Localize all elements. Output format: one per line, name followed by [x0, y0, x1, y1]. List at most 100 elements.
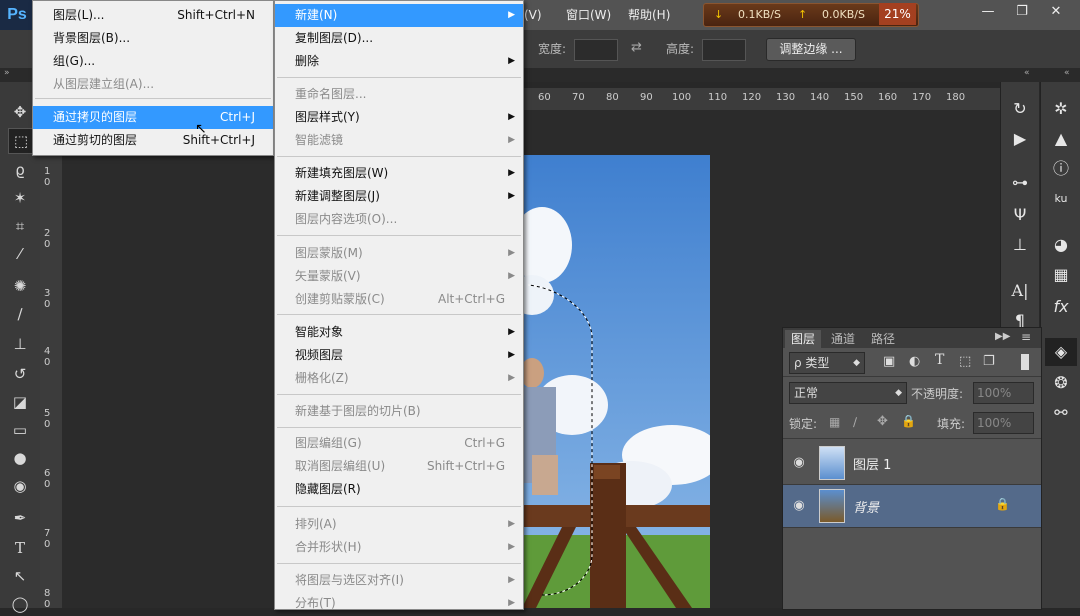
document-photo[interactable]: [522, 155, 710, 608]
menu-item-layer-style[interactable]: 图层样式(Y) ▶: [275, 106, 523, 129]
blur-tool-icon[interactable]: ●: [8, 446, 32, 470]
actions-icon[interactable]: ▶: [1007, 126, 1033, 152]
ellipse-tool-icon[interactable]: ◯: [8, 592, 32, 616]
history-icon[interactable]: ↻: [1007, 96, 1033, 122]
lock-position-icon[interactable]: ✥: [877, 414, 888, 429]
type-tool-icon[interactable]: T: [8, 536, 32, 560]
filter-type-icon[interactable]: T: [935, 352, 944, 368]
layer-filter-select[interactable]: ρ 类型 ◆: [789, 352, 865, 374]
clone-source-icon[interactable]: ⊥: [1007, 232, 1033, 258]
menu-item-arrange[interactable]: 排列(A) ▶: [275, 513, 523, 536]
tab-channels[interactable]: 通道: [825, 330, 861, 348]
magic-wand-tool-icon[interactable]: ✶: [8, 186, 32, 210]
gradient-tool-icon[interactable]: ▭: [8, 418, 32, 442]
dodge-tool-icon[interactable]: ◉: [8, 474, 32, 498]
lock-all-icon[interactable]: 🔒: [901, 414, 916, 428]
filter-shape-icon[interactable]: ⬚: [959, 354, 971, 369]
blend-mode-select[interactable]: 正常 ◆: [789, 382, 907, 404]
refine-edge-button[interactable]: 调整边缘 ...: [766, 38, 856, 61]
menu-item-hide-layers[interactable]: 隐藏图层(R): [275, 478, 523, 501]
info-icon[interactable]: ⓘ: [1048, 156, 1074, 182]
menu-item-align-to-selection[interactable]: 将图层与选区对齐(I) ▶: [275, 569, 523, 592]
menu-item-duplicate-layer[interactable]: 复制图层(D)...: [275, 27, 523, 50]
menu-item-vector-mask[interactable]: 矢量蒙版(V) ▶: [275, 265, 523, 288]
menu-item-rasterize[interactable]: 栅格化(Z) ▶: [275, 367, 523, 390]
layer-row[interactable]: ◉ 图层 1: [783, 442, 1041, 485]
width-field[interactable]: [574, 39, 618, 61]
menu-item-rename-layer[interactable]: 重命名图层...: [275, 83, 523, 106]
menu-item-new-fill-layer[interactable]: 新建填充图层(W) ▶: [275, 162, 523, 185]
menu-item-new-layer[interactable]: 图层(L)... Shift+Ctrl+N: [33, 4, 273, 27]
filter-adjustment-icon[interactable]: ◐: [909, 354, 920, 369]
rectangular-marquee-tool-icon[interactable]: ⬚: [8, 128, 34, 154]
styles-icon[interactable]: fx: [1048, 294, 1074, 320]
menu-item-ungroup-layers[interactable]: 取消图层编组(U) Shift+Ctrl+G: [275, 455, 523, 478]
layer-row[interactable]: ◉ 背景 🔒: [783, 485, 1041, 528]
menu-item-video-layers[interactable]: 视频图层 ▶: [275, 344, 523, 367]
menu-item-clipping-mask[interactable]: 创建剪贴蒙版(C) Alt+Ctrl+G: [275, 288, 523, 311]
navigator-icon[interactable]: ✲: [1048, 96, 1074, 122]
menu-item-new-adjustment-layer[interactable]: 新建调整图层(J) ▶: [275, 185, 523, 208]
menu-help[interactable]: 帮助(H): [628, 0, 670, 30]
lock-transparent-icon[interactable]: ▦: [829, 415, 840, 429]
histogram-icon[interactable]: ▲: [1048, 126, 1074, 152]
menu-item-layer-via-copy[interactable]: 通过拷贝的图层 Ctrl+J: [33, 106, 273, 129]
eyedropper-tool-icon[interactable]: ⁄: [8, 242, 32, 266]
history-brush-tool-icon[interactable]: ↺: [8, 362, 32, 386]
tab-layers[interactable]: 图层: [785, 330, 822, 348]
tab-paths[interactable]: 路径: [865, 330, 901, 348]
crop-tool-icon[interactable]: ⌗: [8, 214, 32, 238]
pen-tool-icon[interactable]: ✒: [8, 506, 32, 530]
paths-icon[interactable]: ⚯: [1048, 400, 1074, 426]
opacity-field[interactable]: 100%: [973, 382, 1034, 404]
close-button[interactable]: ✕: [1040, 2, 1072, 22]
layers-icon[interactable]: ◈: [1045, 338, 1077, 366]
menu-item-group-layers[interactable]: 图层编组(G) Ctrl+G: [275, 432, 523, 455]
restore-button[interactable]: ❐: [1006, 2, 1038, 22]
menu-item-layer-based-slice[interactable]: 新建基于图层的切片(B): [275, 400, 523, 423]
move-tool-icon[interactable]: ✥: [8, 100, 32, 124]
fill-field[interactable]: 100%: [973, 412, 1034, 434]
menu-item-new[interactable]: 新建(N) ▶: [275, 4, 523, 27]
color-icon[interactable]: ◕: [1048, 232, 1074, 258]
menu-item-distribute[interactable]: 分布(T) ▶: [275, 592, 523, 615]
visibility-eye-icon[interactable]: ◉: [791, 455, 807, 471]
menu-item-layer-mask[interactable]: 图层蒙版(M) ▶: [275, 242, 523, 265]
collapse-panels-icon[interactable]: «: [1024, 68, 1030, 78]
collapse-dock-icon[interactable]: «: [1064, 68, 1070, 78]
menu-item-background-layer[interactable]: 背景图层(B)...: [33, 27, 273, 50]
adjustments-icon[interactable]: ⊶: [1007, 170, 1033, 196]
clone-stamp-tool-icon[interactable]: ⊥: [8, 332, 32, 356]
healing-brush-tool-icon[interactable]: ✺: [8, 274, 32, 298]
menu-item-smart-filter[interactable]: 智能滤镜 ▶: [275, 129, 523, 152]
character-icon[interactable]: A|: [1007, 278, 1033, 304]
path-selection-tool-icon[interactable]: ↖: [8, 564, 32, 588]
menu-item-smart-objects[interactable]: 智能对象 ▶: [275, 321, 523, 344]
menu-item-layer-content-options[interactable]: 图层内容选项(O)...: [275, 208, 523, 231]
menu-item-combine-shapes[interactable]: 合并形状(H) ▶: [275, 536, 523, 559]
lasso-tool-icon[interactable]: ϱ: [8, 158, 32, 182]
height-field[interactable]: [702, 39, 746, 61]
menu-item-group-from-layers[interactable]: 从图层建立组(A)...: [33, 73, 273, 96]
menu-item-delete[interactable]: 删除 ▶: [275, 50, 523, 73]
expand-toolbar-icon[interactable]: »: [4, 68, 10, 78]
swap-icon[interactable]: ⇄: [631, 40, 642, 55]
menu-window[interactable]: 窗口(W): [566, 0, 611, 30]
channels-icon[interactable]: ❂: [1048, 370, 1074, 396]
filter-smart-object-icon[interactable]: ❐: [983, 354, 995, 369]
menu-item-layer-via-cut[interactable]: 通过剪切的图层 Shift+Ctrl+J: [33, 129, 273, 152]
panel-menu-icon[interactable]: ≡: [1021, 330, 1031, 344]
filter-toggle[interactable]: [1021, 354, 1029, 370]
menu-view[interactable]: (V): [524, 0, 542, 30]
panel-collapse-icon[interactable]: ▶▶: [995, 331, 1010, 342]
filter-pixel-icon[interactable]: ▣: [883, 354, 895, 369]
minimize-button[interactable]: —: [972, 2, 1004, 22]
menu-item-group[interactable]: 组(G)...: [33, 50, 273, 73]
brush-preset-icon[interactable]: Ψ: [1007, 202, 1033, 228]
kuler-icon[interactable]: ku: [1048, 186, 1074, 212]
swatches-icon[interactable]: ▦: [1048, 262, 1074, 288]
visibility-eye-icon[interactable]: ◉: [791, 498, 807, 514]
lock-pixels-icon[interactable]: ∕: [853, 415, 857, 429]
brush-tool-icon[interactable]: ∕: [8, 302, 32, 326]
eraser-tool-icon[interactable]: ◪: [8, 390, 32, 414]
